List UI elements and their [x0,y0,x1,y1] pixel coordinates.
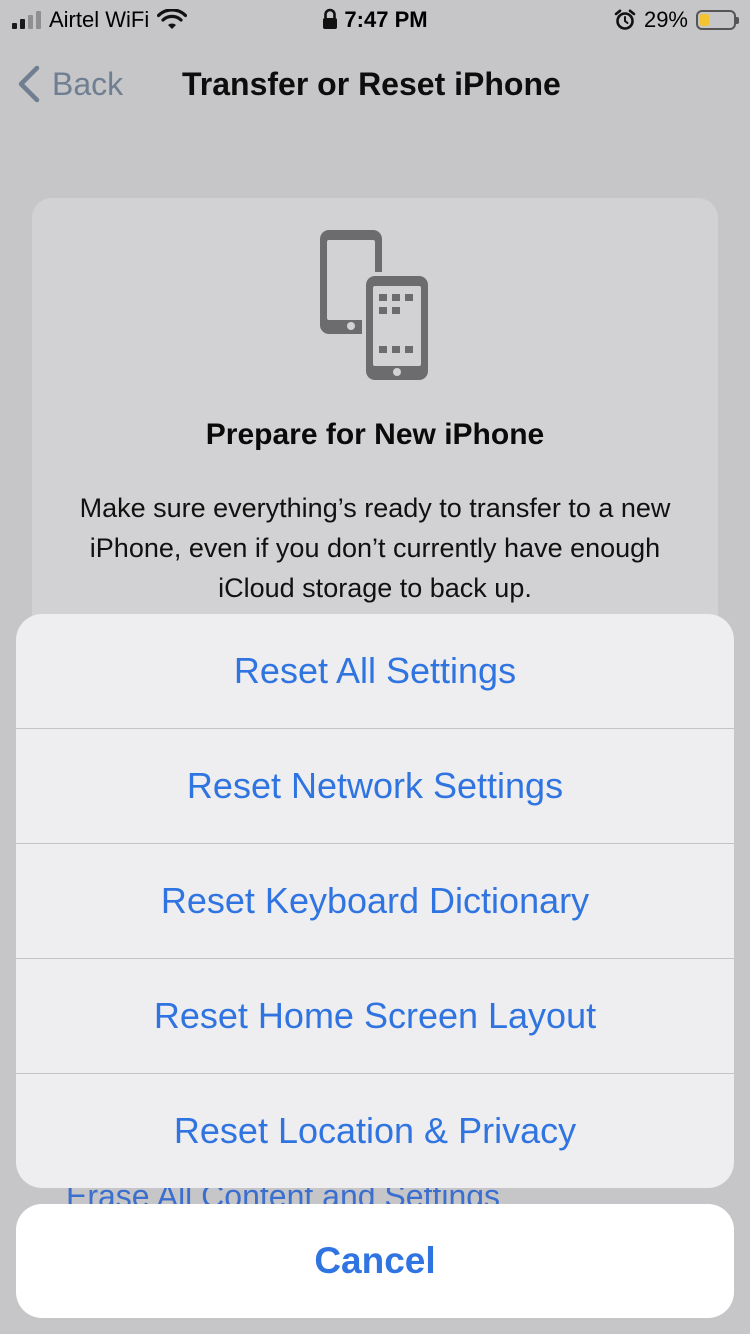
reset-all-settings-button[interactable]: Reset All Settings [16,614,734,729]
reset-location-privacy-button[interactable]: Reset Location & Privacy [16,1074,734,1188]
back-label: Back [52,65,124,102]
status-bar: Airtel WiFi 7:47 PM 29% [0,0,750,40]
lock-icon [323,8,338,29]
battery-fill [700,14,709,26]
reset-action-sheet: Reset All Settings Reset Network Setting… [16,614,734,1188]
chevron-left-icon [18,65,40,103]
status-right: 29% [614,6,739,34]
back-button[interactable]: Back [16,64,123,104]
card-description: Make sure everything’s ready to transfer… [79,493,671,603]
page-title: Transfer or Reset iPhone [182,66,561,102]
reset-home-screen-layout-button[interactable]: Reset Home Screen Layout [16,959,734,1074]
nav-bar: Back Transfer or Reset iPhone [0,44,750,124]
battery-percent: 29% [643,7,688,32]
alarm-icon [614,9,636,30]
reset-network-settings-button[interactable]: Reset Network Settings [16,729,734,844]
battery-icon [696,10,739,30]
card-title: Prepare for New iPhone [205,418,545,451]
transfer-phones-icon [320,230,432,382]
clock-label: 7:47 PM [344,7,428,32]
cancel-button[interactable]: Cancel [16,1204,734,1318]
reset-keyboard-dictionary-button[interactable]: Reset Keyboard Dictionary [16,844,734,959]
